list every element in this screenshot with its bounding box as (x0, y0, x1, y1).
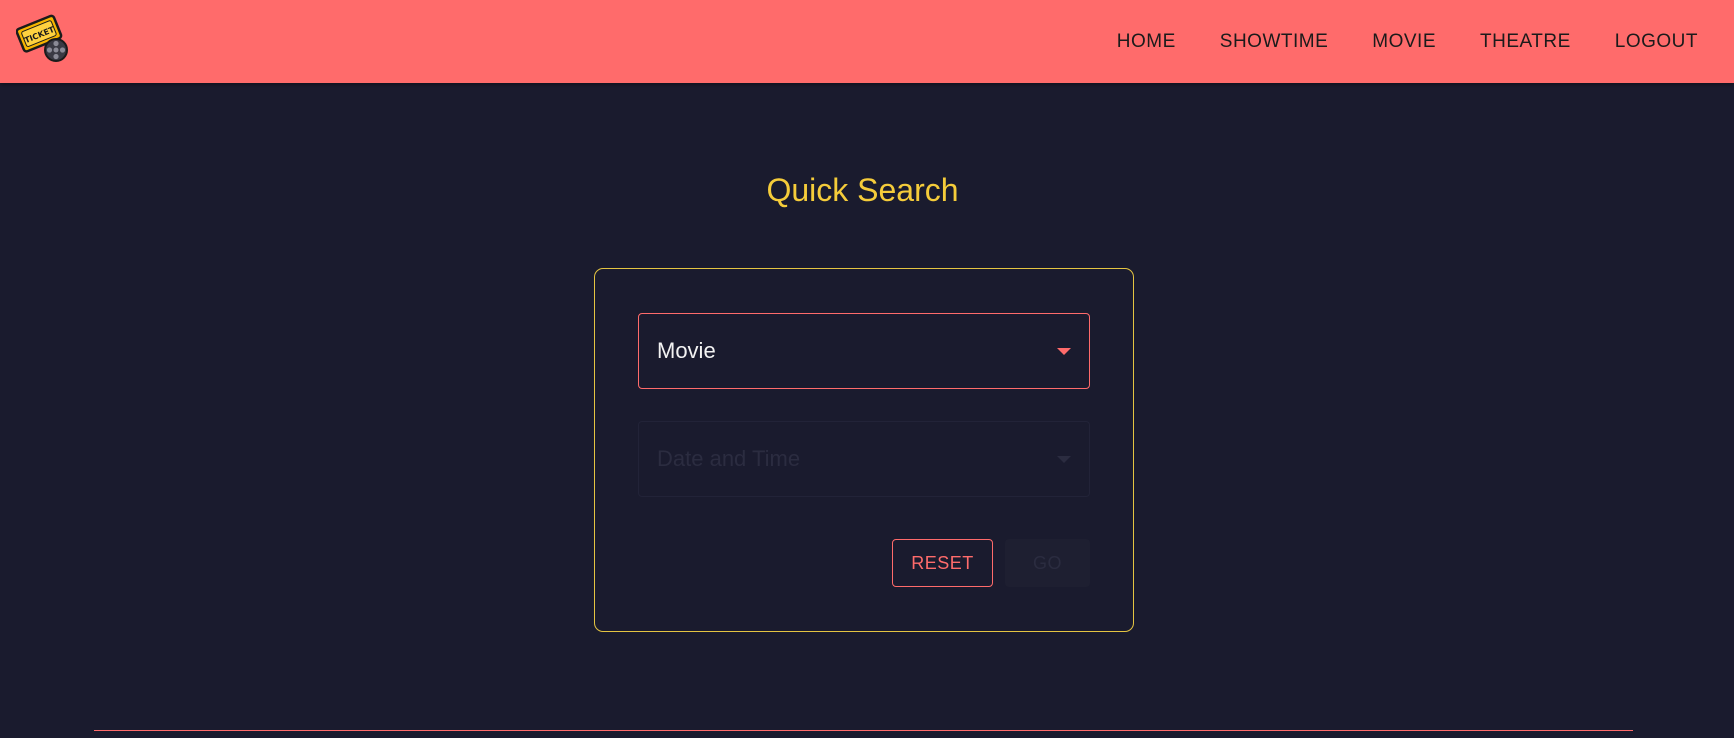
nav-showtime[interactable]: SHOWTIME (1220, 31, 1329, 53)
datetime-select: Date and Time (638, 421, 1090, 497)
quick-search-card: Movie Date and Time RESET GO (594, 268, 1134, 632)
navbar: TICKET HOME SHOWTIME MOVIE THEATRE LOGOU… (0, 0, 1734, 83)
page-title: Quick Search (766, 172, 959, 208)
caret-down-icon (1057, 348, 1071, 355)
ticket-logo-icon[interactable]: TICKET (15, 14, 70, 64)
nav-logout[interactable]: LOGOUT (1615, 31, 1698, 53)
nav-links: HOME SHOWTIME MOVIE THEATRE LOGOUT (1117, 0, 1698, 83)
nav-movie[interactable]: MOVIE (1372, 31, 1436, 53)
movie-select[interactable]: Movie (638, 313, 1090, 389)
datetime-select-value: Date and Time (657, 446, 801, 471)
caret-down-icon (1057, 456, 1071, 463)
go-button: GO (1005, 539, 1090, 587)
footer-divider (94, 730, 1633, 731)
nav-theatre[interactable]: THEATRE (1480, 31, 1571, 53)
movie-select-value: Movie (657, 338, 716, 363)
reset-button[interactable]: RESET (892, 539, 993, 587)
nav-home[interactable]: HOME (1117, 31, 1176, 53)
